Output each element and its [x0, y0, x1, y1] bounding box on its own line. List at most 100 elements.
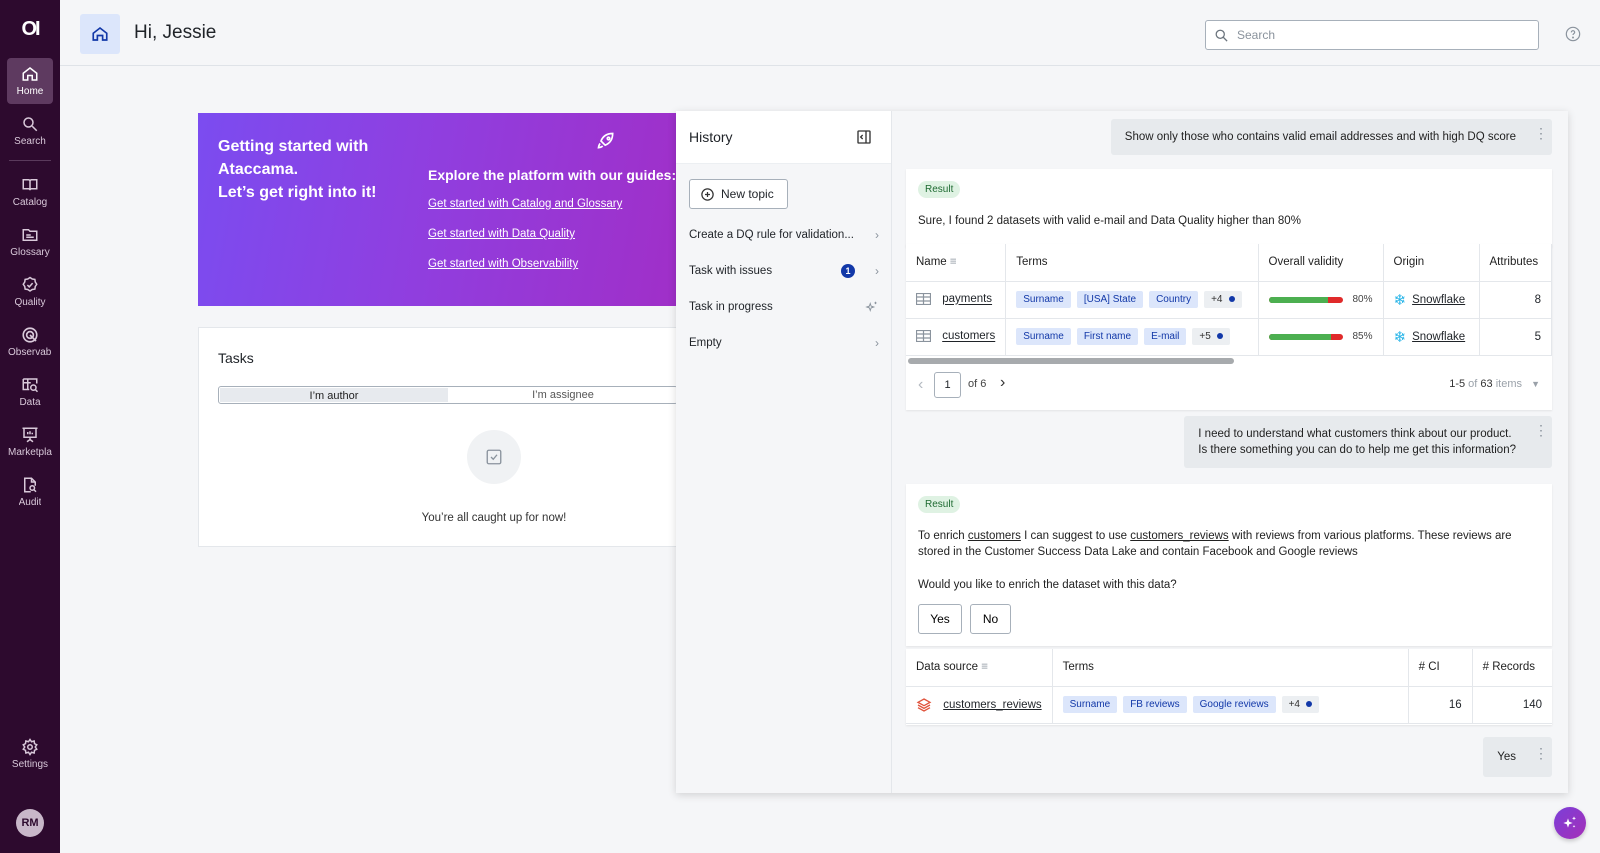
caret-down-icon: ▼ — [1531, 378, 1540, 389]
more-terms-tag[interactable]: +4 — [1281, 696, 1319, 713]
next-page-icon[interactable]: › — [1000, 374, 1005, 392]
term-tag[interactable]: Google reviews — [1192, 696, 1276, 713]
column-header-terms[interactable]: Terms — [1005, 244, 1259, 282]
sidebar-item-audit[interactable]: Audit — [7, 469, 53, 515]
datasets-table: Name ≡ Terms Overall validity Origin Att… — [906, 244, 1552, 356]
items-range[interactable]: 1-5 of 63 items ▼ — [1449, 378, 1540, 390]
global-search[interactable] — [1205, 20, 1539, 50]
guide-link-observability[interactable]: Get started with Observability — [428, 258, 578, 270]
dataset-link-customers[interactable]: customers — [968, 530, 1021, 542]
more-terms-tag[interactable]: +4 — [1204, 291, 1242, 308]
guide-link-catalog[interactable]: Get started with Catalog and Glossary — [428, 198, 622, 210]
term-tag[interactable]: First name — [1076, 328, 1139, 345]
page-number-input[interactable]: 1 — [934, 371, 961, 398]
pagination: ‹ 1 of 6 › 1-5 of 63 items ▼ — [906, 364, 1552, 408]
sidebar-item-label: Data — [19, 397, 41, 408]
user-message: Show only those who contains valid email… — [1110, 119, 1552, 155]
sidebar-item-label: Audit — [18, 497, 42, 508]
presentation-icon — [22, 427, 38, 443]
history-item-label: Create a DQ rule for validation... — [689, 229, 854, 241]
datasource-name-link[interactable]: customers_reviews — [943, 699, 1041, 711]
term-tag[interactable]: FB reviews — [1123, 696, 1187, 713]
term-tag[interactable]: Country — [1149, 291, 1199, 308]
column-header-label: Data source — [916, 661, 979, 674]
sidebar-item-data[interactable]: Data — [7, 369, 53, 415]
history-header: History — [676, 111, 891, 164]
term-tag[interactable]: E-mail — [1144, 328, 1187, 345]
origin-link[interactable]: Snowflake — [1412, 294, 1465, 306]
sidebar-item-marketplace[interactable]: Marketplace — [7, 419, 53, 465]
help-icon[interactable] — [1565, 26, 1581, 42]
column-header-attributes[interactable]: Attributes — [1479, 244, 1552, 282]
sidebar-item-home[interactable]: Home — [7, 58, 53, 104]
yes-button[interactable]: Yes — [918, 604, 962, 634]
dataset-name-link[interactable]: payments — [942, 294, 992, 306]
sort-icon[interactable]: ≡ — [950, 256, 957, 268]
term-tag[interactable]: Surname — [1062, 696, 1118, 713]
column-header-terms[interactable]: Terms — [1052, 649, 1409, 687]
rocket-icon — [597, 132, 614, 149]
no-button[interactable]: No — [970, 604, 1011, 634]
explore-heading: Explore the platform with our guides: — [428, 167, 677, 183]
guide-link-data-quality[interactable]: Get started with Data Quality — [428, 228, 575, 240]
more-terms-tag[interactable]: +5 — [1192, 328, 1230, 345]
more-options-icon[interactable]: ⋮ — [1534, 126, 1548, 140]
tab-im-assignee[interactable]: I’m assignee — [449, 387, 677, 403]
chevron-right-icon: › — [875, 264, 879, 278]
history-item[interactable]: Task with issues 1 › — [689, 261, 879, 281]
tab-im-author[interactable]: I’m author — [220, 388, 448, 402]
issue-count-badge: 1 — [841, 264, 855, 278]
top-header: Hi, Jessie — [60, 0, 1600, 66]
more-options-icon[interactable]: ⋮ — [1534, 423, 1548, 437]
more-options-icon[interactable]: ⋮ — [1534, 746, 1548, 760]
sidebar-item-quality[interactable]: Quality — [7, 269, 53, 315]
attributes-count: 8 — [1479, 281, 1552, 319]
history-item[interactable]: Create a DQ rule for validation... › — [689, 225, 879, 245]
column-header-records[interactable]: # Records — [1472, 649, 1552, 687]
dataset-link-customers-reviews[interactable]: customers_reviews — [1130, 530, 1228, 542]
empty-state-illustration — [467, 430, 521, 484]
dataset-name-link[interactable]: customers — [942, 331, 995, 343]
collapse-panel-icon[interactable] — [856, 129, 872, 145]
ai-assistant-button[interactable] — [1554, 807, 1586, 839]
result-card: Result To enrich customers I can suggest… — [906, 484, 1552, 646]
sidebar: OI Home Search Catalog Glossary Quality … — [0, 0, 60, 853]
sidebar-item-observability[interactable]: Observability — [7, 319, 53, 365]
sidebar-item-catalog[interactable]: Catalog — [7, 169, 53, 215]
column-header-validity[interactable]: Overall validity — [1258, 244, 1384, 282]
user-avatar[interactable]: RM — [16, 809, 44, 837]
sidebar-item-label: Observability — [8, 347, 52, 358]
home-button[interactable] — [80, 14, 120, 54]
result-question: Would you like to enrich the dataset wit… — [918, 579, 1177, 591]
validity-indicator: 80% — [1268, 294, 1373, 305]
column-header-origin[interactable]: Origin — [1383, 244, 1480, 282]
column-header-name[interactable]: Name ≡ — [906, 244, 1007, 282]
result-text: Sure, I found 2 datasets with valid e-ma… — [918, 215, 1301, 227]
term-tag[interactable]: [USA] State — [1076, 291, 1144, 308]
sidebar-item-settings[interactable]: Settings — [7, 731, 53, 777]
history-item[interactable]: Empty › — [689, 333, 879, 353]
origin-link[interactable]: Snowflake — [1412, 331, 1465, 343]
sort-icon[interactable]: ≡ — [981, 661, 988, 673]
history-item-label: Task in progress — [689, 301, 773, 313]
prev-page-icon[interactable]: ‹ — [918, 376, 923, 394]
sidebar-item-label: Marketplace — [8, 447, 52, 458]
sidebar-item-glossary[interactable]: Glossary — [7, 219, 53, 265]
banner-title: Getting started with Ataccama. Let’s get… — [218, 135, 377, 204]
column-header-data-source[interactable]: Data source ≡ — [906, 649, 1053, 687]
sidebar-item-search[interactable]: Search — [7, 108, 53, 154]
column-header-ci[interactable]: # CI — [1408, 649, 1473, 687]
tasks-title: Tasks — [218, 350, 254, 366]
new-topic-button[interactable]: New topic — [689, 179, 788, 209]
data-search-icon — [22, 378, 39, 393]
banner-title-line: Getting started with — [218, 138, 369, 155]
dot-indicator — [1216, 333, 1223, 340]
table-row[interactable]: payments Surname [USA] State Country +4 80% — [906, 281, 1552, 319]
ataccama-logo[interactable]: OI — [21, 18, 40, 42]
search-input[interactable] — [1237, 28, 1517, 42]
term-tag[interactable]: Surname — [1016, 328, 1071, 345]
term-tag[interactable]: Surname — [1016, 291, 1071, 308]
table-row[interactable]: customers_reviews Surname FB reviews Googl… — [906, 686, 1552, 724]
history-item[interactable]: Task in progress — [689, 297, 879, 317]
table-row[interactable]: customers Surname First name E-mail +5 85% — [906, 318, 1552, 356]
